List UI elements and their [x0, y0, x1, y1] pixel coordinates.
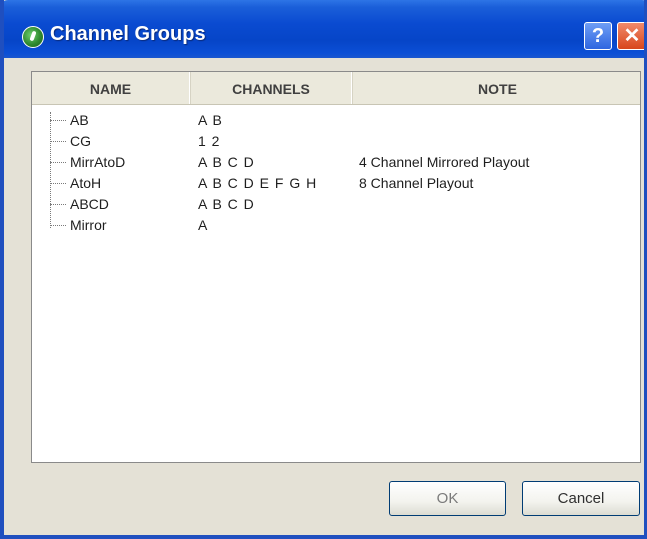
row-channels: 1 2: [198, 133, 221, 149]
window-title: Channel Groups: [50, 23, 206, 45]
table-body: AB A B CG 1 2 MirrAtoD A B C D 4 Channel…: [32, 110, 640, 236]
row-note: 4 Channel Mirrored Playout: [359, 154, 530, 170]
row-note: 8 Channel Playout: [359, 175, 474, 191]
app-globe-icon: [22, 26, 44, 48]
table-row[interactable]: MirrAtoD A B C D 4 Channel Mirrored Play…: [32, 152, 640, 173]
close-button[interactable]: ✕: [617, 22, 644, 50]
table-row[interactable]: CG 1 2: [32, 131, 640, 152]
help-button[interactable]: ?: [584, 22, 612, 50]
title-bar[interactable]: Channel Groups ? ✕: [4, 0, 644, 58]
dialog-window: Channel Groups ? ✕ NAME CHANNELS NOTE AB…: [0, 0, 647, 539]
column-header-note[interactable]: NOTE: [352, 72, 642, 104]
row-channels: A: [198, 217, 209, 233]
row-channels: A B C D E F G H: [198, 175, 318, 191]
channel-groups-list[interactable]: NAME CHANNELS NOTE AB A B CG 1 2 MirrAto…: [31, 71, 641, 463]
ok-button[interactable]: OK: [389, 481, 506, 516]
row-name: Mirror: [70, 217, 107, 233]
column-header-row: NAME CHANNELS NOTE: [32, 72, 640, 105]
row-name: AB: [70, 112, 89, 128]
row-name: AtoH: [70, 175, 102, 191]
table-row[interactable]: AtoH A B C D E F G H 8 Channel Playout: [32, 173, 640, 194]
cancel-button[interactable]: Cancel: [522, 481, 640, 516]
column-header-channels[interactable]: CHANNELS: [190, 72, 352, 104]
row-name: MirrAtoD: [70, 154, 126, 170]
table-row[interactable]: ABCD A B C D: [32, 194, 640, 215]
row-name: CG: [70, 133, 91, 149]
column-header-name[interactable]: NAME: [32, 72, 190, 104]
row-channels: A B: [198, 112, 223, 128]
row-name: ABCD: [70, 196, 109, 212]
row-channels: A B C D: [198, 196, 255, 212]
table-row[interactable]: AB A B: [32, 110, 640, 131]
row-channels: A B C D: [198, 154, 255, 170]
table-row[interactable]: Mirror A: [32, 215, 640, 236]
